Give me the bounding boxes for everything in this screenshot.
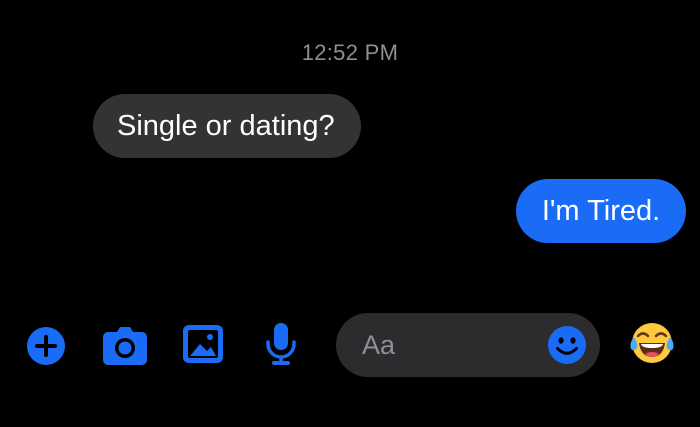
laughing-emoji-icon[interactable]: [628, 319, 676, 372]
microphone-icon[interactable]: [264, 322, 298, 366]
plus-icon[interactable]: [26, 326, 66, 366]
message-input-placeholder: Aa: [362, 330, 396, 360]
camera-icon[interactable]: [102, 326, 148, 366]
message-timestamp: 12:52 PM: [301, 40, 399, 65]
image-icon[interactable]: [182, 324, 224, 364]
incoming-message-bubble[interactable]: Single or dating?: [93, 94, 361, 158]
message-input[interactable]: Aa: [336, 313, 600, 377]
outgoing-message-bubble[interactable]: I'm Tired.: [516, 179, 686, 243]
chat-screen: 12:52 PM Single or dating? I'm Tired. Aa: [0, 0, 700, 427]
smiley-icon[interactable]: [547, 325, 587, 370]
